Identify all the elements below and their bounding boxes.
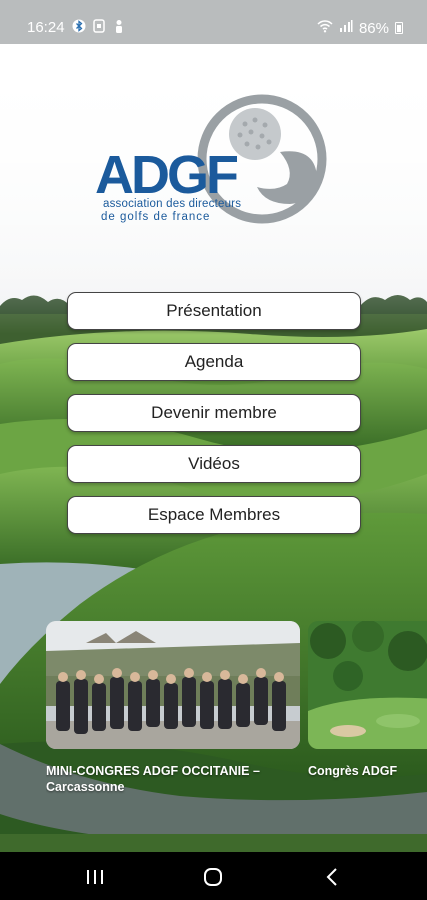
group-photo-image bbox=[46, 621, 300, 749]
become-member-button[interactable]: Devenir membre bbox=[67, 394, 361, 432]
battery-percent: 86% bbox=[358, 19, 389, 37]
logo-brand: ADGF bbox=[95, 145, 239, 205]
notification-icons bbox=[72, 19, 126, 33]
news-caption: MINI-CONGRES ADGF OCCITANIE – Carcassonn… bbox=[46, 764, 260, 794]
battery-icon bbox=[395, 22, 403, 34]
recent-apps-icon[interactable] bbox=[84, 866, 108, 888]
sim-icon bbox=[92, 19, 106, 33]
golf-course-image bbox=[308, 621, 427, 749]
logo-tagline-line1: association des directeurs bbox=[103, 198, 242, 210]
news-carousel[interactable]: MINI-CONGRES ADGF OCCITANIE – Carcassonn… bbox=[46, 621, 427, 801]
wifi-icon bbox=[317, 19, 333, 37]
status-bar: 16:24 86% bbox=[0, 0, 427, 44]
main-menu: Présentation Agenda Devenir membre Vidéo… bbox=[67, 292, 361, 547]
signal-icon bbox=[339, 19, 353, 37]
videos-button[interactable]: Vidéos bbox=[67, 445, 361, 483]
logo-tagline-line2: de golfs de france bbox=[101, 211, 211, 223]
adgf-logo: ADGF association des directeurs de golfs… bbox=[95, 92, 335, 242]
news-card[interactable]: Congrès ADGF bbox=[308, 621, 427, 779]
news-caption: Congrès ADGF bbox=[308, 764, 398, 778]
home-icon[interactable] bbox=[202, 866, 226, 888]
status-time: 16:24 bbox=[27, 19, 65, 36]
agenda-button[interactable]: Agenda bbox=[67, 343, 361, 381]
back-icon[interactable] bbox=[322, 866, 346, 888]
person-icon bbox=[112, 19, 126, 33]
bluetooth-icon bbox=[72, 19, 86, 33]
presentation-button[interactable]: Présentation bbox=[67, 292, 361, 330]
members-area-button[interactable]: Espace Membres bbox=[67, 496, 361, 534]
news-card[interactable]: MINI-CONGRES ADGF OCCITANIE – Carcassonn… bbox=[46, 621, 300, 795]
system-nav-bar bbox=[0, 852, 427, 900]
